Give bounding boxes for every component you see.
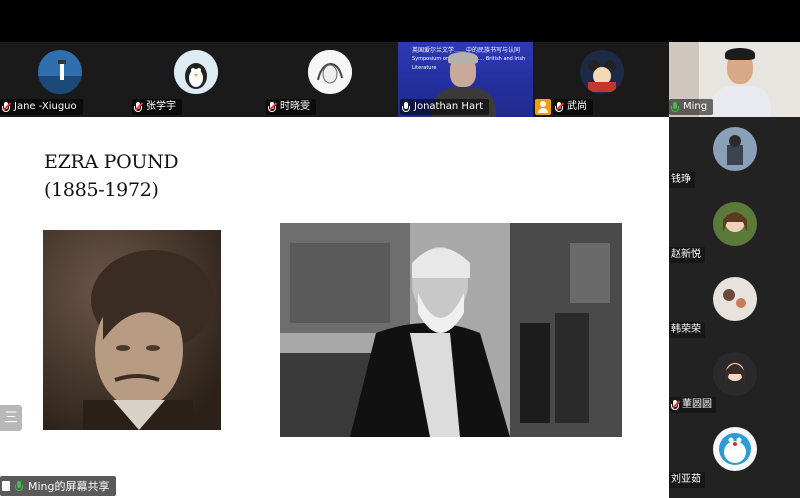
participant-name: 武尚 <box>567 101 587 112</box>
participant-name-tag: 武尚 <box>553 99 593 115</box>
speaker-hair <box>448 52 478 64</box>
street-photo <box>280 223 622 437</box>
side-participant[interactable]: 董圆圆 <box>669 342 800 418</box>
mic-active-icon <box>671 101 679 113</box>
slide-menu-button[interactable]: 三 <box>0 405 22 431</box>
participant-name-tag: 时晓雯 <box>266 99 316 115</box>
portrait-photo <box>43 230 221 430</box>
active-speaker-video[interactable]: Ming <box>669 42 800 117</box>
participant-name: Jane -Xiuguo <box>14 101 77 112</box>
participant-name-tag: Ming <box>669 99 714 115</box>
participant-tile[interactable]: 张学宇 <box>130 42 264 117</box>
mic-muted-icon <box>2 101 11 113</box>
side-participant[interactable]: 钱琤 <box>669 117 800 193</box>
participant-tile[interactable]: Jane -Xiuguo <box>0 42 130 117</box>
participant-name: 张学宇 <box>146 101 176 112</box>
participant-strip: Jane -Xiuguo 张学宇 时晓雯 英国爱尔兰文学……中的民族书写与认同 … <box>0 42 669 117</box>
slide-title: EZRA POUND (1885-1972) <box>44 148 179 204</box>
mic-muted-icon <box>134 101 143 113</box>
avatar <box>713 202 757 246</box>
avatar <box>308 50 352 94</box>
mic-muted-icon <box>555 101 564 113</box>
avatar <box>713 427 757 471</box>
participant-name: 钱琤 <box>669 172 695 188</box>
slide-title-years: (1885-1972) <box>44 179 159 201</box>
participant-video[interactable]: 英国爱尔兰文学……中的民族书写与认同 Symposium on Narratin… <box>398 42 533 117</box>
participant-name: 韩荣荣 <box>669 322 705 338</box>
avatar <box>38 50 82 94</box>
participant-side-panel: Ming 钱琤 赵新悦 韩荣荣 董圆圆 刘亚茹 <box>669 42 800 498</box>
screen-share-label: Ming的屏幕共享 <box>28 480 110 493</box>
participant-name: Ming <box>683 101 708 112</box>
slide-title-name: EZRA POUND <box>44 151 179 173</box>
top-black-band <box>0 0 800 42</box>
mic-active-icon <box>15 480 23 492</box>
shared-screen-slide: EZRA POUND (1885-1972) <box>0 117 669 498</box>
participant-name: 时晓雯 <box>280 101 310 112</box>
participant-tile[interactable]: 武尚 <box>553 42 669 117</box>
avatar <box>580 50 624 94</box>
host-badge-icon <box>535 99 551 115</box>
side-participant[interactable]: 韩荣荣 <box>669 267 800 343</box>
mic-icon <box>402 101 410 113</box>
avatar <box>174 50 218 94</box>
avatar <box>713 277 757 321</box>
participant-name-tag: Jane -Xiuguo <box>0 99 83 115</box>
avatar <box>713 352 757 396</box>
avatar <box>713 127 757 171</box>
participant-name: 刘亚茹 <box>669 472 705 488</box>
screen-share-icon <box>2 481 10 491</box>
side-participant[interactable]: 赵新悦 <box>669 192 800 268</box>
mic-muted-icon <box>671 399 680 411</box>
participant-name: 董圆圆 <box>682 399 712 410</box>
participant-name-tag: 张学宇 <box>132 99 182 115</box>
participant-tile[interactable]: 时晓雯 <box>264 42 398 117</box>
side-participant[interactable]: 刘亚茹 <box>669 417 800 493</box>
participant-name-tag: Jonathan Hart <box>400 99 490 115</box>
participant-name-tag: 董圆圆 <box>669 397 716 413</box>
participant-name: 赵新悦 <box>669 247 705 263</box>
speaker-body <box>711 86 771 117</box>
screen-share-tag[interactable]: Ming的屏幕共享 <box>0 476 116 496</box>
participant-name: Jonathan Hart <box>414 101 484 112</box>
mic-muted-icon <box>268 101 277 113</box>
speaker-hair <box>725 48 755 60</box>
